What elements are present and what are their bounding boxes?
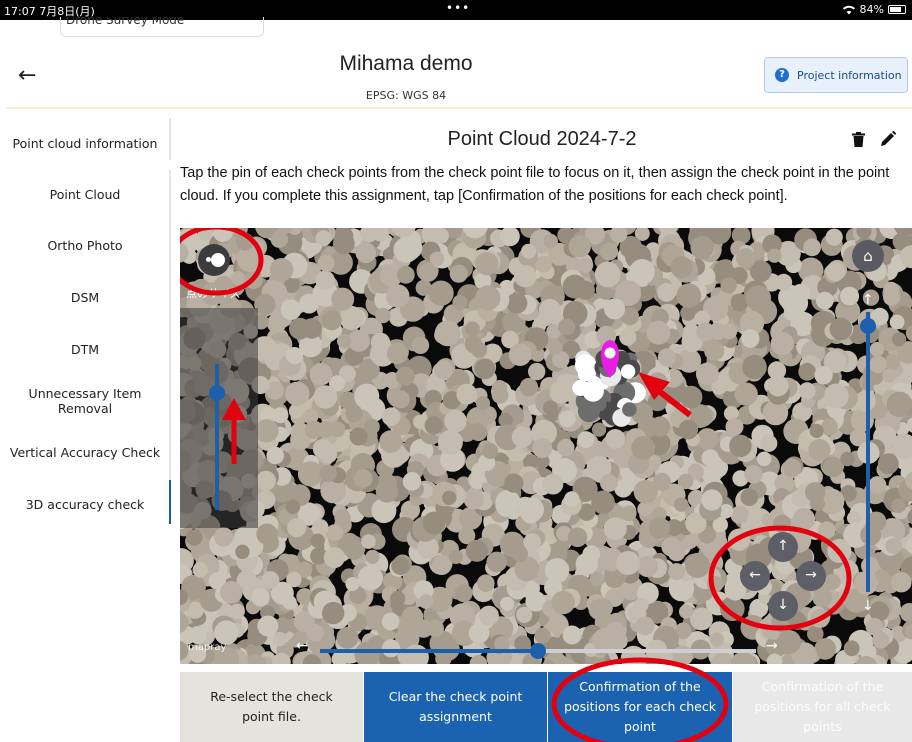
wifi-icon <box>842 5 855 15</box>
mode-select[interactable]: Drone Survey Mode <box>60 17 264 37</box>
multitask-dots-icon[interactable]: ••• <box>446 1 470 15</box>
instruction-text: Tap the pin of each check points from th… <box>180 165 890 204</box>
app-screen: 17:07 7月8日(月) ••• 84% Drone Survey Mode … <box>0 0 912 742</box>
check-point-pin-icon[interactable] <box>601 340 619 378</box>
sidebar: Point cloud information Point Cloud Orth… <box>0 118 172 538</box>
reselect-check-point-file-button[interactable]: Re-select the check point file. <box>180 672 363 742</box>
sidebar-item-unnecessary-item-removal[interactable]: Unnecessary Item Removal <box>0 386 170 416</box>
annotation-circle-size-button <box>180 228 264 296</box>
project-information-button[interactable]: ? Project information <box>764 57 908 93</box>
project-information-label: Project information <box>797 68 902 82</box>
sidebar-item-dtm[interactable]: DTM <box>0 342 170 357</box>
battery-percent: 84% <box>859 3 884 16</box>
sidebar-item-3d-accuracy-check[interactable]: 3D accuracy check <box>0 497 170 512</box>
annotation-circle-nav-buttons <box>708 525 852 631</box>
battery-icon <box>888 5 906 14</box>
clear-assignment-button[interactable]: Clear the check point assignment <box>364 672 547 742</box>
sidebar-item-vertical-accuracy-check[interactable]: Vertical Accuracy Check <box>0 445 170 460</box>
confirm-each-position-button[interactable]: Confirmation of the positions for each c… <box>548 672 732 742</box>
annotation-overlay <box>180 228 852 631</box>
annotation-arrowhead-up <box>222 398 246 420</box>
page-title: Point Cloud 2024-7-2 <box>447 128 637 150</box>
crs-subtitle: EPSG: WGS 84 <box>365 89 447 102</box>
project-title: Mihama demo <box>339 52 473 75</box>
pencil-edit-icon[interactable] <box>880 130 897 151</box>
sidebar-item-point-cloud[interactable]: Point Cloud <box>0 187 170 202</box>
page-header: ← Mihama demo EPSG: WGS 84 ? Project inf… <box>6 37 912 109</box>
status-right: 84% <box>842 3 906 16</box>
point-cloud-viewer[interactable]: 点のサイズ ⌂ ↑ ↓ ↑ ← → ↓ ← → mapray <box>180 228 912 664</box>
sidebar-item-ortho-photo[interactable]: Ortho Photo <box>0 238 170 253</box>
confirm-all-positions-button: Confirmation of the positions for all ch… <box>733 672 912 742</box>
sidebar-item-dsm[interactable]: DSM <box>0 290 170 305</box>
trash-icon[interactable] <box>852 132 865 151</box>
sidebar-item-point-cloud-information[interactable]: Point cloud information <box>0 136 170 151</box>
question-circle-icon: ? <box>775 68 789 82</box>
